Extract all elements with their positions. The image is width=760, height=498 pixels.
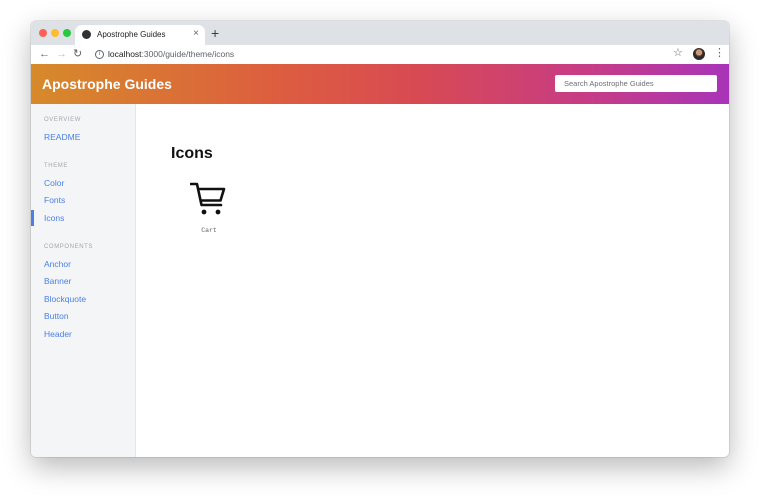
menu-dots-icon[interactable]: ⋮ xyxy=(714,47,725,60)
reload-icon[interactable]: ↻ xyxy=(73,48,82,60)
page-title: Icons xyxy=(171,145,213,162)
sidebar-section-components: COMPONENTS xyxy=(44,244,94,250)
forward-arrow-icon[interactable]: → xyxy=(56,48,67,60)
tab-strip: Apostrophe Guides × + xyxy=(31,21,729,45)
active-indicator xyxy=(31,210,34,226)
sidebar-item-fonts[interactable]: Fonts xyxy=(44,195,65,205)
site-brand[interactable]: Apostrophe Guides xyxy=(42,76,172,92)
info-icon[interactable]: i xyxy=(95,50,104,59)
sidebar-section-theme: THEME xyxy=(44,163,68,169)
icon-tile-cart[interactable]: Cart xyxy=(187,181,231,237)
profile-avatar[interactable] xyxy=(693,48,705,60)
close-window-button[interactable] xyxy=(39,29,47,37)
address-bar[interactable]: localhost:3000/guide/theme/icons xyxy=(108,49,234,59)
url-path: :3000/guide/theme/icons xyxy=(141,49,235,59)
sidebar: OVERVIEW README THEME Color Fonts Icons … xyxy=(31,104,136,457)
sidebar-item-color[interactable]: Color xyxy=(44,178,64,188)
site-header: Apostrophe Guides xyxy=(31,64,729,104)
sidebar-section-overview: OVERVIEW xyxy=(44,117,82,123)
browser-window: Apostrophe Guides × + ← → ↻ i localhost:… xyxy=(31,21,729,457)
back-arrow-icon[interactable]: ← xyxy=(39,48,50,60)
bookmark-star-icon[interactable]: ☆ xyxy=(673,47,683,60)
browser-tab[interactable]: Apostrophe Guides × xyxy=(75,25,205,45)
zoom-window-button[interactable] xyxy=(63,29,71,37)
sidebar-item-header[interactable]: Header xyxy=(44,329,72,339)
search-input[interactable] xyxy=(555,75,717,92)
sidebar-item-blockquote[interactable]: Blockquote xyxy=(44,294,86,304)
new-tab-button[interactable]: + xyxy=(211,25,219,41)
sidebar-item-button[interactable]: Button xyxy=(44,311,69,321)
sidebar-item-readme[interactable]: README xyxy=(44,132,80,142)
tab-title: Apostrophe Guides xyxy=(97,30,166,39)
cart-icon xyxy=(190,182,226,215)
url-host: localhost xyxy=(108,49,142,59)
browser-toolbar: ← → ↻ i localhost:3000/guide/theme/icons… xyxy=(31,45,729,65)
sidebar-item-anchor[interactable]: Anchor xyxy=(44,259,71,269)
minimize-window-button[interactable] xyxy=(51,29,59,37)
globe-icon xyxy=(82,30,91,39)
sidebar-item-banner[interactable]: Banner xyxy=(44,276,71,286)
sidebar-item-icons[interactable]: Icons xyxy=(44,213,64,223)
close-icon[interactable]: × xyxy=(193,28,199,40)
icon-caption: Cart xyxy=(201,227,217,234)
